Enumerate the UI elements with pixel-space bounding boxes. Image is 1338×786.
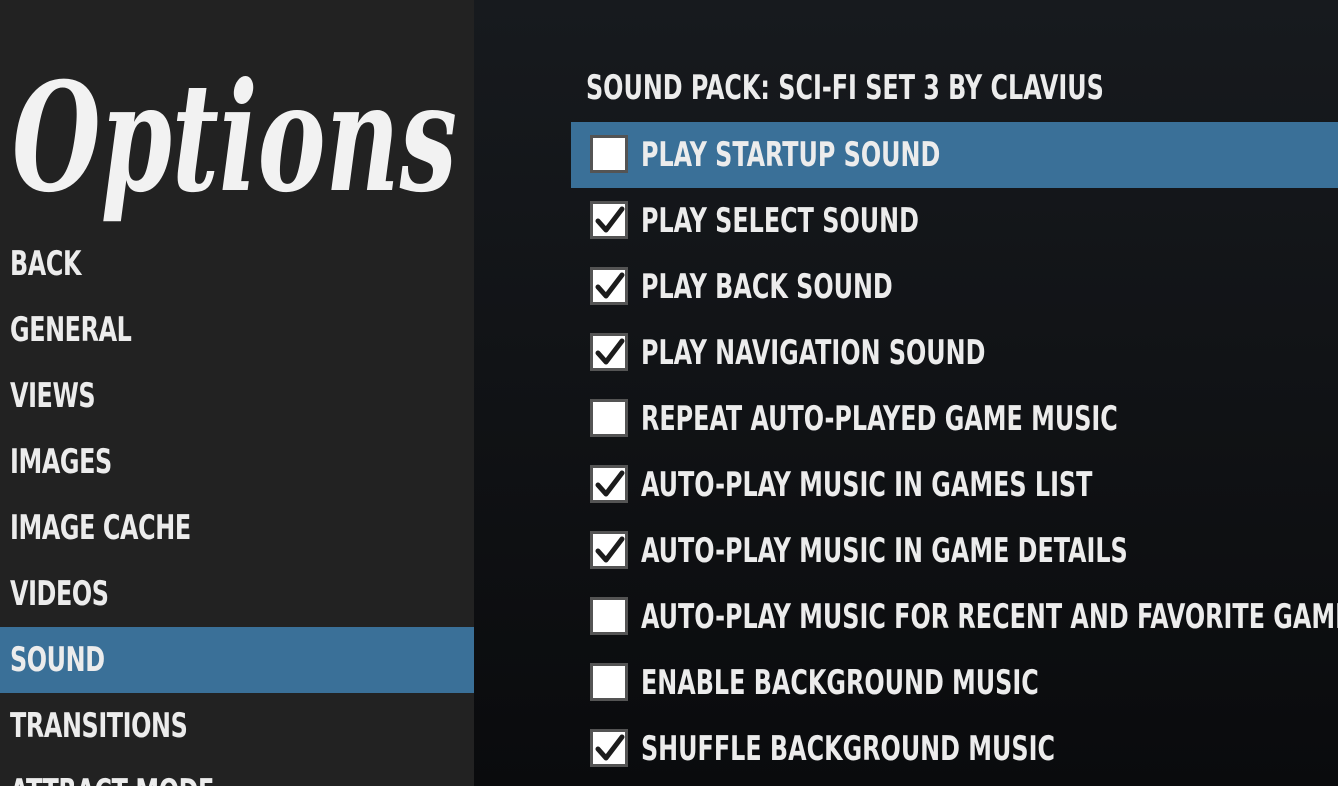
sidebar-item-label: IMAGE CACHE [10, 508, 191, 548]
sound-pack-text: SOUND PACK: SCI-FI SET 3 BY CLAVIUS [586, 68, 1104, 108]
sidebar-item-transitions[interactable]: TRANSITIONS [0, 693, 474, 759]
option-row-repeat-auto-played-game-music[interactable]: REPEAT AUTO-PLAYED GAME MUSIC [571, 386, 1338, 452]
option-label-text: ENABLE BACKGROUND MUSIC [641, 663, 1039, 703]
option-label: SHUFFLE BACKGROUND MUSIC [641, 716, 1172, 782]
checkbox-checked[interactable] [590, 201, 628, 239]
option-label: AUTO-PLAY MUSIC IN GAME DETAILS [641, 518, 1265, 584]
checkmark-icon [595, 338, 625, 365]
option-label-text: SHUFFLE BACKGROUND MUSIC [641, 729, 1055, 769]
sidebar-item-label: ATTRACT MODE [10, 759, 214, 786]
option-row-enable-background-music[interactable]: ENABLE BACKGROUND MUSIC [571, 650, 1338, 716]
sidebar-item-sound[interactable]: SOUND [0, 627, 474, 693]
sidebar-item-label: TRANSITIONS [10, 706, 188, 746]
checkmark-icon [595, 272, 625, 299]
option-label-text: PLAY STARTUP SOUND [641, 135, 941, 175]
sidebar-item-label: GENERAL [10, 310, 132, 350]
option-row-shuffle-background-music[interactable]: SHUFFLE BACKGROUND MUSIC [571, 716, 1338, 782]
option-row-play-navigation-sound[interactable]: PLAY NAVIGATION SOUND [571, 320, 1338, 386]
checkbox-checked[interactable] [590, 465, 628, 503]
option-label-text: AUTO-PLAY MUSIC FOR RECENT AND FAVORITE … [641, 597, 1338, 637]
sidebar-item-general[interactable]: GENERAL [0, 297, 474, 363]
option-label: ENABLE BACKGROUND MUSIC [641, 650, 1151, 716]
sidebar-item-label: BACK [10, 244, 82, 284]
sidebar-item-image-cache[interactable]: IMAGE CACHE [0, 495, 474, 561]
options-logo: Options [12, 50, 457, 226]
option-label: PLAY BACK SOUND [641, 254, 964, 320]
sidebar-item-videos[interactable]: VIDEOS [0, 561, 474, 627]
checkmark-icon [595, 536, 625, 563]
checkmark-icon [595, 470, 625, 497]
option-label-text: AUTO-PLAY MUSIC IN GAME DETAILS [641, 531, 1128, 571]
sidebar-item-label: IMAGES [10, 442, 112, 482]
sidebar-item-images[interactable]: IMAGES [0, 429, 474, 495]
sound-pack-label: SOUND PACK: SCI-FI SET 3 BY CLAVIUS [586, 66, 1250, 110]
checkbox-unchecked[interactable] [590, 597, 628, 635]
sidebar-item-views[interactable]: VIEWS [0, 363, 474, 429]
checkbox-checked[interactable] [590, 729, 628, 767]
option-row-auto-play-music-in-games-list[interactable]: AUTO-PLAY MUSIC IN GAMES LIST [571, 452, 1338, 518]
option-row-auto-play-music-in-game-details[interactable]: AUTO-PLAY MUSIC IN GAME DETAILS [571, 518, 1338, 584]
sidebar-item-attract-mode[interactable]: ATTRACT MODE [0, 759, 474, 786]
checkbox-unchecked[interactable] [590, 399, 628, 437]
sidebar-item-back[interactable]: BACK [0, 231, 474, 297]
checkbox-checked[interactable] [590, 333, 628, 371]
option-row-play-back-sound[interactable]: PLAY BACK SOUND [571, 254, 1338, 320]
option-label-text: REPEAT AUTO-PLAYED GAME MUSIC [641, 399, 1118, 439]
option-label: AUTO-PLAY MUSIC FOR RECENT AND FAVORITE … [641, 584, 1338, 650]
logo-text: Options [12, 50, 457, 226]
checkbox-unchecked[interactable] [590, 663, 628, 701]
option-row-play-select-sound[interactable]: PLAY SELECT SOUND [571, 188, 1338, 254]
option-label: AUTO-PLAY MUSIC IN GAMES LIST [641, 452, 1220, 518]
checkmark-icon [595, 734, 625, 761]
sidebar: Options BACK GENERAL VIEWS IMAGES IMAGE CACH… [0, 0, 474, 786]
sidebar-item-label: VIEWS [10, 376, 96, 416]
checkbox-unchecked[interactable] [590, 135, 628, 173]
option-label-text: PLAY SELECT SOUND [641, 201, 919, 241]
sidebar-item-label: SOUND [10, 640, 105, 680]
option-label: PLAY SELECT SOUND [641, 188, 997, 254]
option-row-auto-play-music-for-recent-and-favorite-games[interactable]: AUTO-PLAY MUSIC FOR RECENT AND FAVORITE … [571, 584, 1338, 650]
option-row-play-startup-sound[interactable]: PLAY STARTUP SOUND [571, 122, 1338, 188]
option-label: REPEAT AUTO-PLAYED GAME MUSIC [641, 386, 1252, 452]
option-label-text: PLAY NAVIGATION SOUND [641, 333, 986, 373]
option-label: PLAY NAVIGATION SOUND [641, 320, 1083, 386]
option-label-text: AUTO-PLAY MUSIC IN GAMES LIST [641, 465, 1093, 505]
checkmark-icon [595, 206, 625, 233]
checkbox-checked[interactable] [590, 267, 628, 305]
option-label-text: PLAY BACK SOUND [641, 267, 893, 307]
main-panel: SOUND PACK: SCI-FI SET 3 BY CLAVIUS PLAY… [474, 0, 1338, 786]
sidebar-item-label: VIDEOS [10, 574, 109, 614]
option-label: PLAY STARTUP SOUND [641, 122, 1025, 188]
checkbox-checked[interactable] [590, 531, 628, 569]
